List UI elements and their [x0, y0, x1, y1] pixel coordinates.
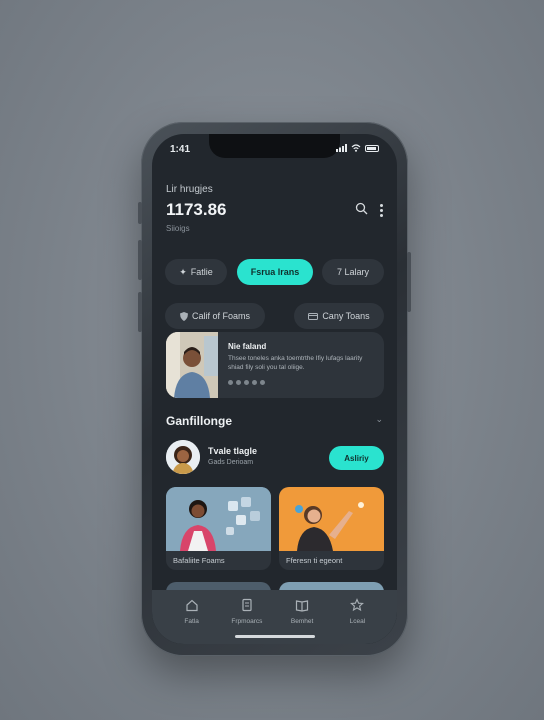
tile-right[interactable]: Fferesn ti egeont: [279, 487, 384, 570]
feature-card[interactable]: Nie faland Thsee toneles anka toemtrthe …: [166, 332, 384, 398]
user-subtitle: Gads Derioam: [208, 459, 254, 466]
chip-lalary[interactable]: 7 Lalary: [322, 259, 384, 285]
section-header[interactable]: Ganfillonge ⌄: [166, 414, 383, 428]
chip-label: 7 Lalary: [336, 267, 370, 277]
carousel-pager[interactable]: [228, 380, 265, 385]
phone-frame: 1:41 Lir hrugjes 1173.86 Siioigs ✦ Fatli…: [138, 122, 411, 656]
home-indicator: [235, 635, 315, 638]
chip-fatlie[interactable]: ✦ Fatlie: [165, 259, 227, 285]
volume-down-button: [138, 292, 142, 332]
feature-card-photo: [166, 332, 218, 398]
sparkle-icon: ✦: [179, 266, 187, 277]
tile-right-label: Fferesn ti egeont: [286, 556, 343, 565]
user-name: Tvale tlagle: [208, 446, 258, 456]
shield-icon: [179, 311, 188, 321]
tile-right-image: [279, 487, 384, 551]
more-options-icon[interactable]: [380, 202, 383, 217]
chip-label: Calif of Foams: [191, 311, 251, 321]
chip-active[interactable]: Fsrua lrans: [237, 259, 313, 285]
tile-left-label: Bafaliite Foams: [173, 556, 225, 565]
feature-card-text: Thsee toneles anka toemtrthe Ifiy lufags…: [228, 355, 363, 371]
user-row: Tvale tlagle Gads Derioam Asliriy: [166, 440, 384, 474]
app-screen: 1:41 Lir hrugjes 1173.86 Siioigs ✦ Fatli…: [152, 134, 397, 644]
balance-header: Lir hrugjes 1173.86 Siioigs: [166, 184, 383, 233]
mute-switch: [138, 202, 142, 224]
tab-home[interactable]: Fatla: [168, 598, 216, 644]
chevron-down-icon[interactable]: ⌄: [375, 414, 383, 425]
activity-button[interactable]: Asliriy: [329, 446, 384, 470]
document-icon: [242, 598, 252, 612]
search-icon[interactable]: [355, 202, 368, 215]
power-button: [407, 252, 411, 312]
section-title: Ganfillonge: [166, 414, 232, 428]
tile-left[interactable]: Bafaliite Foams: [166, 487, 271, 570]
star-icon: [350, 598, 365, 612]
balance-amount: 1173.86: [166, 200, 227, 219]
wifi-icon: [351, 144, 361, 152]
chip-calif-of-foams[interactable]: Calif of Foams: [165, 303, 265, 329]
tile-left-image: [166, 487, 271, 551]
header-subtitle: Siioigs: [166, 224, 190, 233]
battery-icon: [365, 144, 379, 152]
card-icon: [308, 312, 319, 320]
book-icon: [296, 600, 309, 612]
header-title: Lir hrugjes: [166, 184, 213, 195]
tab-label: Fatla: [184, 618, 199, 625]
status-bar: 1:41: [152, 142, 397, 158]
chip-label: Fsrua lrans: [250, 267, 300, 277]
tab-label: Bemhet: [290, 618, 314, 625]
tab-star[interactable]: Lceal: [333, 598, 381, 644]
tab-bar: Fatla Frpmoarcs Bemhet Lceal: [152, 590, 397, 644]
volume-up-button: [138, 240, 142, 280]
avatar[interactable]: [166, 440, 200, 474]
feature-card-title: Nie faland: [228, 342, 267, 351]
status-time: 1:41: [170, 144, 191, 155]
tab-label: Lceal: [349, 618, 366, 625]
home-icon: [186, 599, 198, 612]
chip-label: Fatlie: [190, 267, 213, 277]
chip-label: Cany Toans: [322, 311, 370, 321]
chip-cany-toans[interactable]: Cany Toans: [294, 303, 384, 329]
signal-icon: [336, 144, 347, 152]
tab-label: Frpmoarcs: [231, 618, 263, 625]
